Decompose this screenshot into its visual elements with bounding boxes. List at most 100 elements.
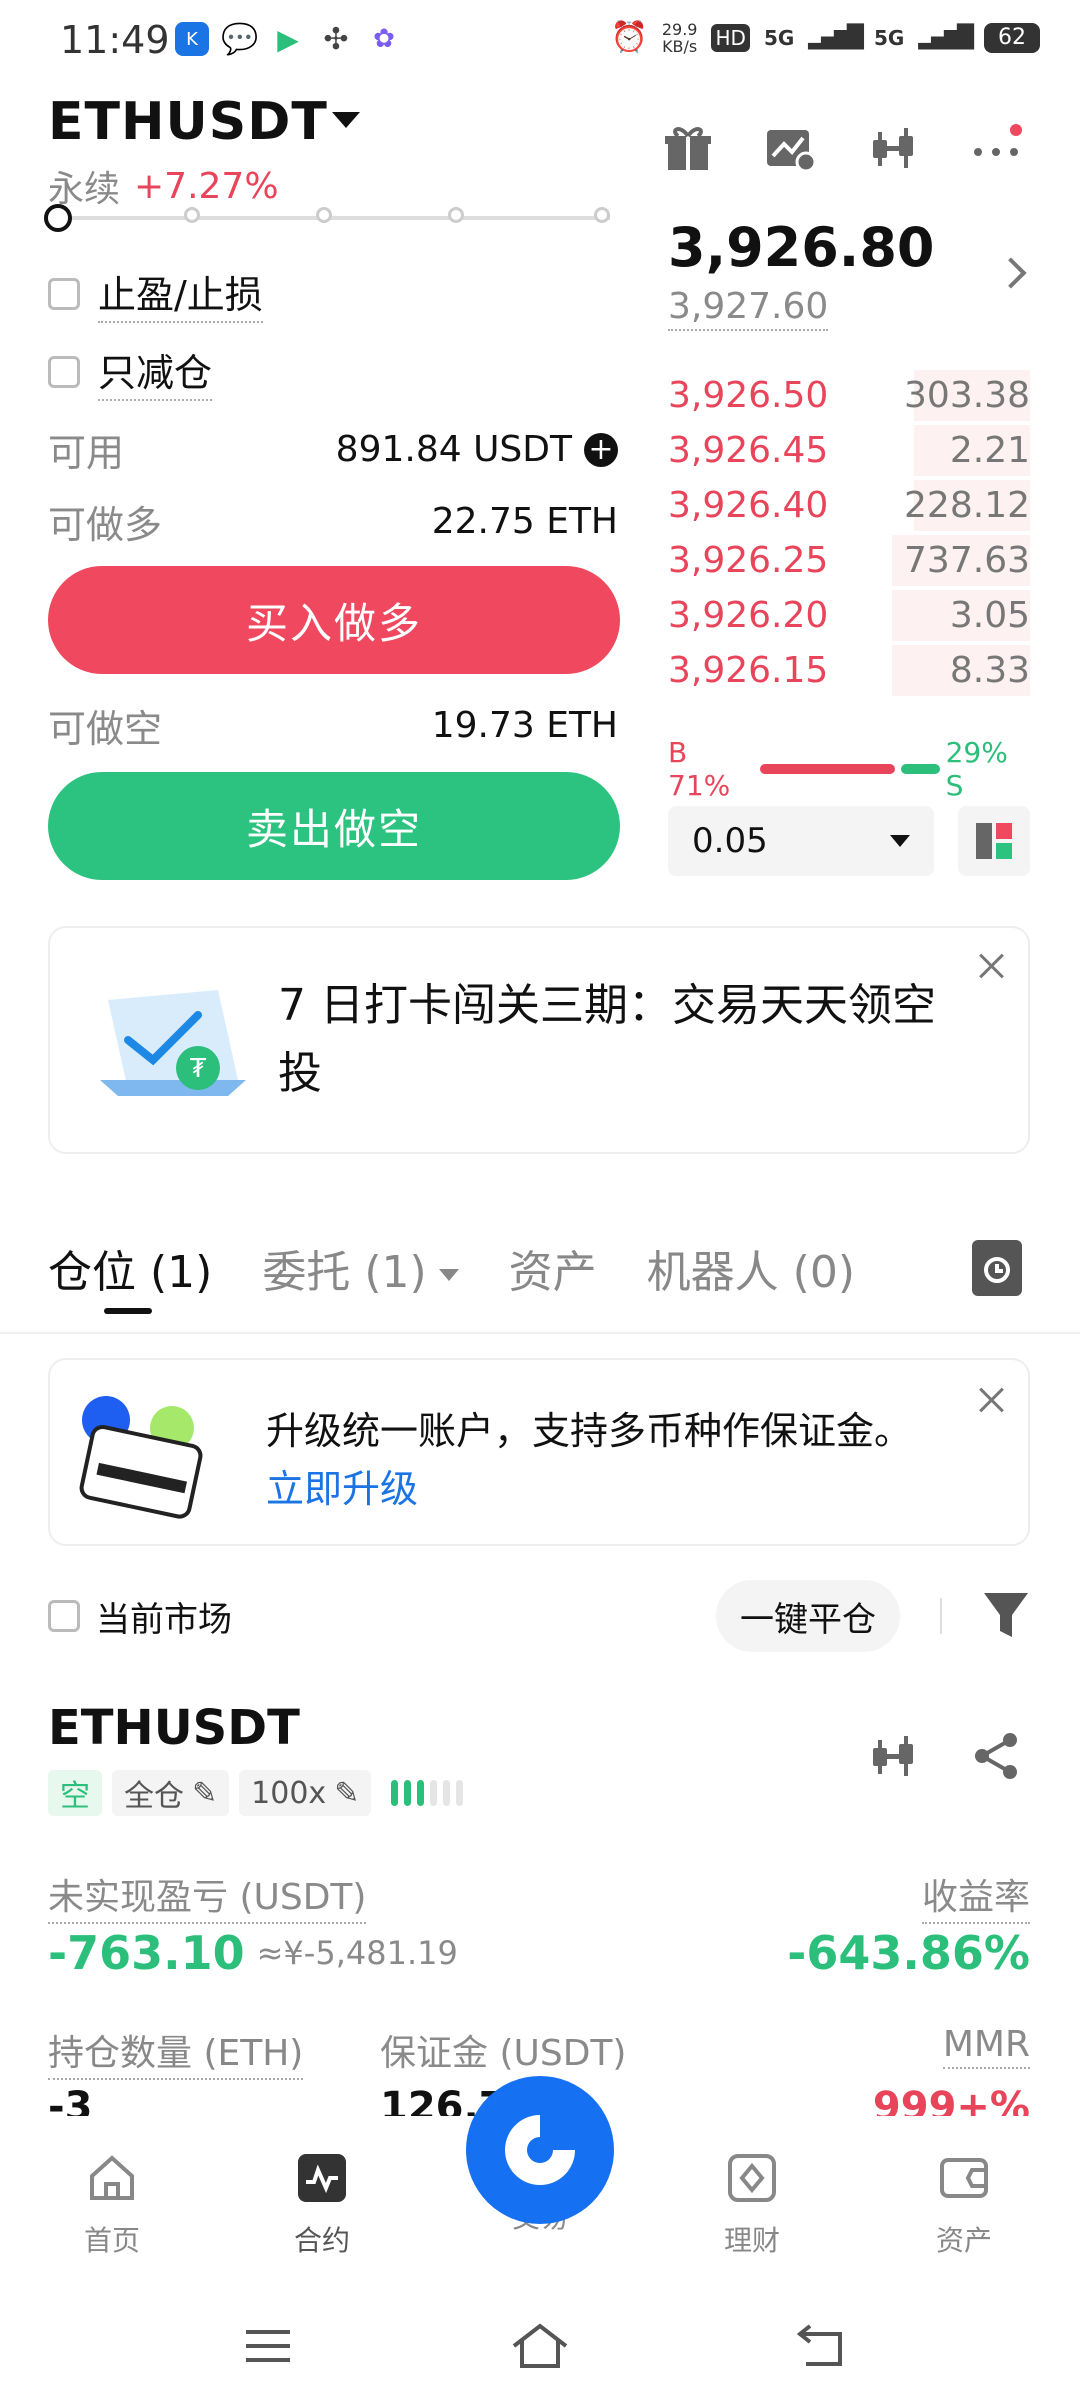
app-k-icon: K — [175, 22, 209, 56]
sell-ratio-label: 29% S — [945, 736, 1008, 802]
back-icon[interactable] — [796, 2322, 846, 2368]
candlestick-icon[interactable] — [866, 1728, 922, 1784]
can-short-value: 19.73 ETH — [431, 705, 618, 746]
tp-sl-label: 止盈/止损 — [98, 264, 263, 323]
slider-mark[interactable] — [316, 207, 332, 223]
ask-price: 3,926.40 — [668, 485, 829, 526]
reduce-only-checkbox[interactable] — [48, 355, 80, 388]
position-pair: ETHUSDT — [48, 1700, 300, 1756]
signal-5g-1: 5G — [763, 25, 795, 50]
orderbook-ask-row[interactable]: 3,926.50 303.38 — [668, 368, 1030, 423]
amount-slider[interactable] — [44, 204, 610, 232]
margin-mode-tag[interactable]: 全仓 ✎ — [112, 1770, 230, 1816]
hd-indicator: HD — [711, 23, 750, 52]
divider — [940, 1598, 942, 1634]
orderbook-ask-row[interactable]: 3,926.15 8.33 — [668, 643, 1030, 698]
current-market-option[interactable]: 当前市场 — [48, 1592, 232, 1641]
orderbook-ask-row[interactable]: 3,926.40 228.12 — [668, 478, 1030, 533]
divider — [0, 1332, 1080, 1334]
close-icon[interactable] — [978, 1386, 1006, 1414]
svg-text:₮: ₮ — [190, 1054, 207, 1084]
slider-mark[interactable] — [594, 207, 610, 223]
ask-size: 3.05 — [949, 595, 1030, 636]
pair-selector[interactable]: ETHUSDT — [48, 92, 328, 152]
flower-app-icon: ✿ — [367, 22, 401, 56]
reduce-only-label: 只减仓 — [98, 342, 213, 401]
pinwheel-icon: ✣ — [319, 22, 353, 57]
available-label: 可用 — [48, 431, 125, 475]
nav-finance[interactable]: 理财 — [692, 2152, 812, 2259]
can-short-row: 可做空 19.73 ETH — [48, 698, 618, 753]
share-icon[interactable] — [968, 1728, 1024, 1784]
buy-ratio-label: B 71% — [668, 736, 731, 802]
chart-alert-icon[interactable] — [762, 120, 818, 176]
candlestick-icon[interactable] — [866, 120, 922, 176]
upgrade-account-banner[interactable]: 升级统一账户，支持多币种作保证金。 立即升级 — [48, 1358, 1030, 1546]
nav-contract[interactable]: 合约 — [262, 2152, 382, 2259]
home-icon — [90, 2155, 134, 2200]
risk-bar — [391, 1780, 399, 1806]
more-menu-icon[interactable] — [968, 120, 1024, 176]
risk-bar — [417, 1780, 425, 1806]
quantity-label: 持仓数量 (ETH) — [48, 2024, 304, 2080]
campaign-banner[interactable]: ₮ 7 日打卡闯关三期：交易天天领空投 — [48, 926, 1030, 1154]
contract-chart-icon — [298, 2154, 346, 2202]
nav-assets[interactable]: 资产 — [904, 2152, 1024, 2259]
menu-icon[interactable] — [244, 2326, 292, 2366]
slider-mark[interactable] — [448, 207, 464, 223]
orderbook-ask-row[interactable]: 3,926.25 737.63 — [668, 533, 1030, 588]
status-bar: 11:49 K 💬 ▶ ✣ ✿ ⏰ 29.9 KB/s HD 5G ▂▄▆█ 5G… — [0, 0, 1080, 86]
tab-positions[interactable]: 仓位 (1) — [48, 1236, 212, 1314]
roe-label: 收益率 — [921, 1868, 1030, 1924]
chevron-right-icon[interactable] — [995, 257, 1027, 289]
slider-knob[interactable] — [44, 204, 72, 232]
orderbook-layout-icon[interactable] — [958, 806, 1030, 876]
tab-orders[interactable]: 委托 (1) — [262, 1236, 459, 1300]
status-time: 11:49 — [60, 18, 170, 62]
current-market-checkbox[interactable] — [48, 1600, 80, 1632]
price-step-value: 0.05 — [692, 821, 768, 861]
available-value: 891.84 USDT — [335, 429, 572, 470]
close-all-button[interactable]: 一键平仓 — [716, 1580, 900, 1652]
tab-bots[interactable]: 机器人 (0) — [647, 1236, 855, 1300]
mark-price: 3,927.60 — [668, 286, 829, 331]
nav-home[interactable]: 首页 — [52, 2152, 172, 2259]
close-icon[interactable] — [978, 952, 1006, 980]
mmr-value: 999+% — [872, 2084, 1030, 2116]
position-tabs: 仓位 (1) 委托 (1) 资产 机器人 (0) — [48, 1236, 905, 1314]
signal-5g-2: 5G — [873, 25, 905, 50]
upgrade-link[interactable]: 立即升级 — [266, 1458, 418, 1513]
ask-price: 3,926.25 — [668, 540, 829, 581]
gift-icon[interactable] — [660, 120, 716, 176]
history-document-icon[interactable] — [972, 1240, 1022, 1296]
unrealized-pnl-cny: ≈¥-5,481.19 — [256, 1934, 458, 1972]
price-step-select[interactable]: 0.05 — [668, 806, 934, 876]
roe-value: -643.86% — [787, 1926, 1030, 1980]
risk-bar — [404, 1780, 412, 1806]
side-tag: 空 — [48, 1770, 102, 1816]
tp-sl-checkbox[interactable] — [48, 277, 80, 310]
orderbook-ask-row[interactable]: 3,926.20 3.05 — [668, 588, 1030, 643]
available-row: 可用 891.84 USDT + — [48, 422, 618, 477]
home-button-icon[interactable] — [510, 2320, 570, 2370]
orderbook-ask-row[interactable]: 3,926.45 2.21 — [668, 423, 1030, 478]
mmr-label: MMR — [942, 2024, 1030, 2069]
chevron-down-icon — [438, 1269, 459, 1281]
buy-sell-ratio: B 71% 29% S — [668, 736, 1030, 802]
buy-long-button[interactable]: 买入做多 — [48, 566, 620, 674]
tab-assets[interactable]: 资产 — [509, 1236, 597, 1300]
chevron-down-icon[interactable] — [332, 112, 360, 128]
quantity-value: -3 — [48, 2084, 93, 2116]
tp-sl-option[interactable]: 止盈/止损 — [48, 264, 263, 323]
can-short-label: 可做空 — [48, 707, 163, 751]
leverage-tag[interactable]: 100x ✎ — [239, 1770, 372, 1816]
sell-short-button[interactable]: 卖出做空 — [48, 772, 620, 880]
net-speed: 29.9 KB/s — [661, 19, 698, 56]
ask-price: 3,926.45 — [668, 430, 829, 471]
slider-mark[interactable] — [184, 207, 200, 223]
reduce-only-option[interactable]: 只减仓 — [48, 342, 213, 401]
trade-button[interactable] — [466, 2076, 614, 2224]
price-change: +7.27% — [134, 165, 279, 207]
filter-icon[interactable] — [982, 1591, 1030, 1641]
add-funds-icon[interactable]: + — [584, 432, 618, 467]
